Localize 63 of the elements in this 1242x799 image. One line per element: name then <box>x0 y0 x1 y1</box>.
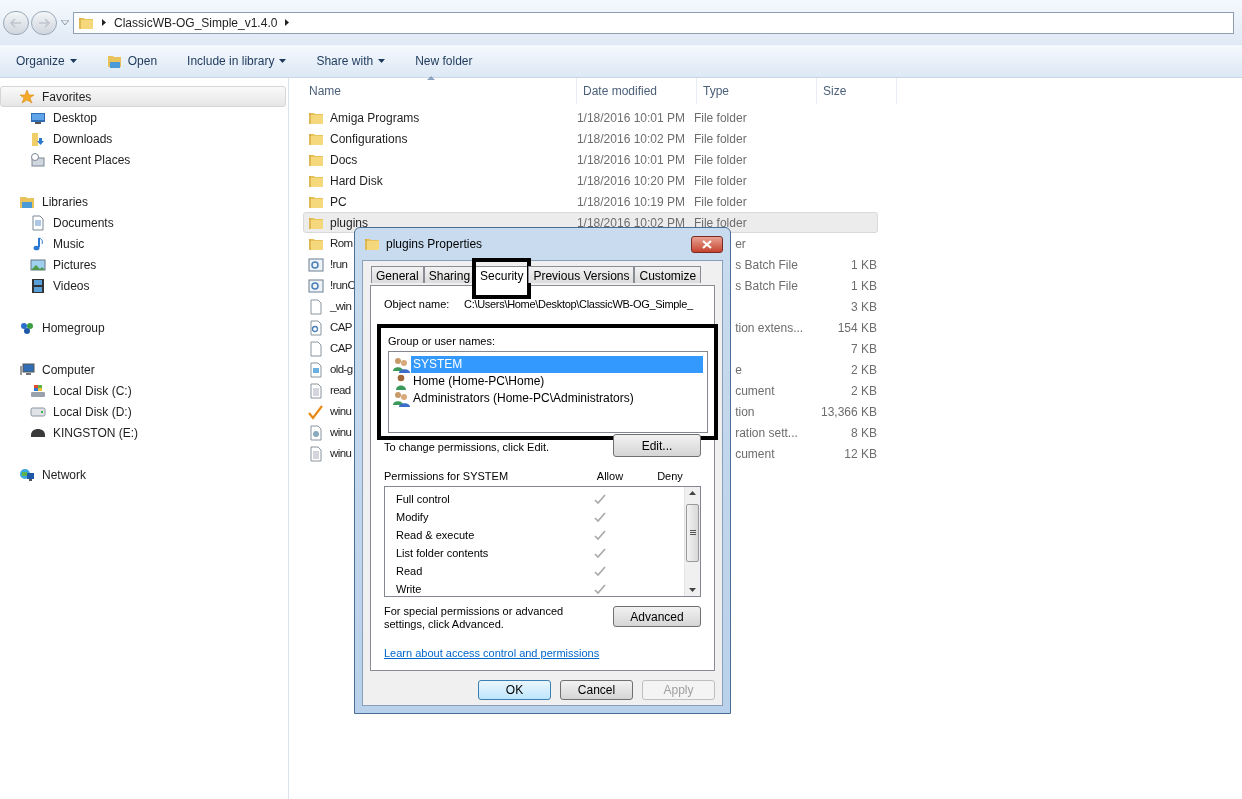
size-cell-text: 2 KB <box>851 382 877 400</box>
type-cell: s Batch File <box>735 278 798 293</box>
file-name: winu <box>330 424 352 440</box>
date-cell: 1/18/2016 10:02 PM <box>576 131 685 146</box>
file-name: CAP <box>330 340 352 356</box>
size-cell-text: 3 KB <box>851 298 877 316</box>
file-name: Docs <box>330 151 358 169</box>
type-cell: File folder <box>693 194 747 209</box>
file-name: read <box>330 382 351 398</box>
type-cell: cument <box>735 446 775 461</box>
type-cell: File folder <box>693 173 747 188</box>
permission-name: Modify <box>395 509 430 525</box>
permissions-label: Permissions for SYSTEM <box>384 468 510 484</box>
file-name: Hard Disk <box>330 172 383 190</box>
file-name: winu <box>330 445 352 461</box>
file-name: PC <box>330 193 347 211</box>
dialog-title: plugins Properties <box>386 236 483 253</box>
file-name: Amiga Programs <box>330 109 420 127</box>
type-cell: e <box>735 362 742 377</box>
type-cell: tion extens... <box>735 320 804 335</box>
hint-text: To change permissions, click Edit. <box>384 440 550 456</box>
column-header: Deny <box>656 468 684 484</box>
file-name: Rom <box>330 235 353 251</box>
file-name: winu <box>330 403 352 419</box>
type-cell: er <box>735 236 746 251</box>
file-name: _win <box>330 298 352 314</box>
object-path: C:\Users\Home\Desktop\ClassicWB-OG_Simple_ <box>464 296 693 312</box>
type-cell: cument <box>735 383 775 398</box>
field-label: Object name: <box>384 296 451 312</box>
size-cell-text: 12 KB <box>844 445 877 463</box>
column-header: Allow <box>595 468 625 484</box>
size-cell-text: 2 KB <box>851 361 877 379</box>
permission-name: Write <box>395 581 423 596</box>
file-name: plugins <box>330 214 369 232</box>
size-cell-text: 1 KB <box>851 277 877 295</box>
file-name: Configurations <box>330 130 408 148</box>
type-cell: File folder <box>693 215 747 230</box>
permission-name: List folder contents <box>395 545 490 561</box>
file-name: !runC <box>330 277 356 293</box>
file-name: !run <box>330 256 348 272</box>
permission-name: Read & execute <box>395 527 476 543</box>
size-cell-text: 154 KB <box>837 319 877 337</box>
date-cell: 1/18/2016 10:02 PM <box>576 215 685 230</box>
file-name: old-g <box>330 361 353 377</box>
type-cell: tion <box>735 404 755 419</box>
size-cell-text: 7 KB <box>851 340 877 358</box>
size-cell-text: 13,366 KB <box>820 403 877 421</box>
size-cell-text: 1 KB <box>851 256 877 274</box>
type-cell: s Batch File <box>735 257 798 272</box>
group-label: Group or user names: <box>388 334 496 349</box>
type-cell: File folder <box>693 152 747 167</box>
size-cell-text: 8 KB <box>851 424 877 442</box>
type-cell: ration sett... <box>735 425 798 440</box>
date-cell: 1/18/2016 10:01 PM <box>576 110 685 125</box>
date-cell: 1/18/2016 10:19 PM <box>576 194 685 209</box>
file-name: CAP <box>330 319 352 335</box>
permission-name: Full control <box>395 491 451 507</box>
hint-text: For special permissions or advanced settings, click Advanced. <box>384 605 565 631</box>
type-cell: File folder <box>693 131 747 146</box>
date-cell: 1/18/2016 10:20 PM <box>576 173 685 188</box>
permission-name: Read <box>395 563 424 579</box>
date-cell: 1/18/2016 10:01 PM <box>576 152 685 167</box>
type-cell: File folder <box>693 110 747 125</box>
